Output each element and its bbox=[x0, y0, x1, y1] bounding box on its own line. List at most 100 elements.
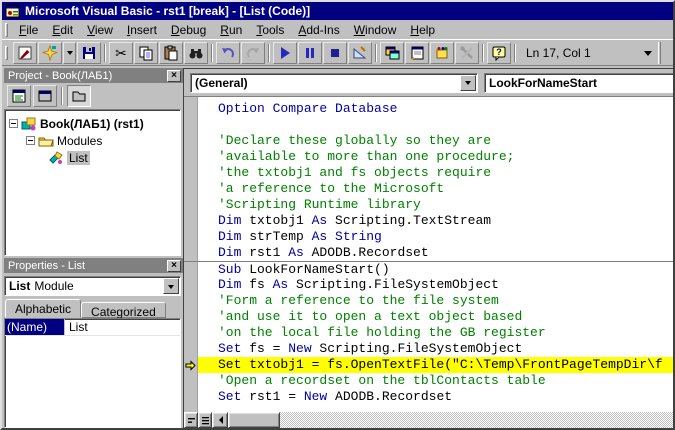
toggle-folders-button[interactable] bbox=[67, 85, 91, 107]
menu-window[interactable]: Window bbox=[347, 21, 404, 39]
code-line-text[interactable] bbox=[198, 117, 673, 133]
project-explorer-button[interactable] bbox=[380, 42, 404, 64]
code-line-text[interactable]: Sub LookForNameStart() bbox=[198, 262, 673, 277]
code-line[interactable]: 'on the local file holding the GB regist… bbox=[184, 325, 673, 341]
insert-module-button[interactable] bbox=[38, 42, 62, 64]
view-code-button[interactable] bbox=[7, 85, 31, 107]
list-module-label[interactable]: List bbox=[67, 151, 90, 165]
menu-insert[interactable]: Insert bbox=[120, 21, 164, 39]
code-line-current[interactable]: Set txtobj1 = fs.OpenTextFile("C:\Temp\F… bbox=[184, 357, 673, 373]
code-line[interactable]: Set rst1 = New ADODB.Recordset bbox=[184, 389, 673, 405]
save-button[interactable] bbox=[77, 42, 101, 64]
margin-indicator-bar[interactable] bbox=[184, 245, 198, 261]
object-dropdown[interactable]: (General) bbox=[190, 73, 478, 93]
code-line-text[interactable]: 'Open a recordset on the tblContacts tab… bbox=[198, 373, 673, 389]
margin-indicator-bar[interactable] bbox=[184, 262, 198, 277]
code-line-text[interactable]: 'a reference to the Microsoft bbox=[198, 181, 673, 197]
run-button[interactable] bbox=[273, 42, 297, 64]
reset-button[interactable] bbox=[323, 42, 347, 64]
code-line-text[interactable]: Set fs = New Scripting.FileSystemObject bbox=[198, 341, 673, 357]
view-microsoft-access-button[interactable] bbox=[13, 42, 37, 64]
margin-indicator-bar[interactable] bbox=[184, 373, 198, 389]
menu-tools[interactable]: Tools bbox=[249, 21, 291, 39]
margin-indicator-bar[interactable] bbox=[184, 165, 198, 181]
code-line-text[interactable]: 'Form a reference to the file system bbox=[198, 293, 673, 309]
code-line-text[interactable]: 'and use it to open a text object based bbox=[198, 309, 673, 325]
code-line[interactable]: Dim fs As Scripting.FileSystemObject bbox=[184, 277, 673, 293]
view-object-button[interactable] bbox=[33, 85, 57, 107]
collapse-icon[interactable] bbox=[26, 136, 35, 145]
project-panel-close-button[interactable]: × bbox=[167, 70, 181, 82]
cut-button[interactable]: ✂ bbox=[109, 42, 133, 64]
procedure-dropdown[interactable]: LookForNameStart bbox=[484, 73, 673, 93]
code-line[interactable]: Set fs = New Scripting.FileSystemObject bbox=[184, 341, 673, 357]
properties-panel-close-button[interactable]: × bbox=[167, 260, 181, 272]
menu-debug[interactable]: Debug bbox=[164, 21, 213, 39]
code-line[interactable]: 'and use it to open a text object based bbox=[184, 309, 673, 325]
toolbox-button[interactable] bbox=[455, 42, 479, 64]
code-line[interactable]: 'available to more than one procedure; bbox=[184, 149, 673, 165]
menu-file[interactable]: File bbox=[12, 21, 45, 39]
tab-categorized[interactable]: Categorized bbox=[81, 302, 166, 318]
code-line-text[interactable]: Dim txtobj1 As Scripting.TextStream bbox=[198, 213, 673, 229]
menu-edit[interactable]: Edit bbox=[45, 21, 80, 39]
code-line[interactable]: Sub LookForNameStart() bbox=[184, 261, 673, 277]
object-selector-dropdown-button[interactable] bbox=[163, 278, 179, 294]
code-line-text[interactable]: 'available to more than one procedure; bbox=[198, 149, 673, 165]
menu-grip[interactable] bbox=[5, 23, 8, 37]
property-row[interactable]: (Name) List bbox=[5, 319, 180, 336]
margin-indicator-bar[interactable] bbox=[184, 277, 198, 293]
scroll-left-button[interactable] bbox=[212, 412, 228, 428]
code-line-text[interactable]: 'Declare these globally so they are bbox=[198, 133, 673, 149]
code-line[interactable]: 'Scripting Runtime library bbox=[184, 197, 673, 213]
menu-view[interactable]: View bbox=[80, 21, 120, 39]
code-line[interactable]: 'a reference to the Microsoft bbox=[184, 181, 673, 197]
object-selector-combo[interactable]: List Module bbox=[4, 276, 181, 296]
code-line-text[interactable]: Option Compare Database bbox=[198, 101, 673, 117]
tree-item-modules[interactable]: Modules bbox=[9, 132, 180, 149]
code-line-text[interactable]: Dim rst1 As ADODB.Recordset bbox=[198, 245, 673, 261]
code-line[interactable]: 'Declare these globally so they are bbox=[184, 133, 673, 149]
toolbar-options-chevron-icon[interactable] bbox=[644, 51, 652, 60]
procedure-view-button[interactable] bbox=[184, 412, 198, 428]
undo-button[interactable] bbox=[216, 42, 240, 64]
margin-indicator-bar[interactable] bbox=[184, 101, 198, 117]
code-line[interactable]: 'Open a recordset on the tblContacts tab… bbox=[184, 373, 673, 389]
menu-addins[interactable]: Add-Ins bbox=[291, 21, 346, 39]
code-line[interactable] bbox=[184, 117, 673, 133]
modules-node-label[interactable]: Modules bbox=[57, 134, 102, 148]
margin-indicator-bar[interactable] bbox=[184, 229, 198, 245]
margin-indicator-bar[interactable] bbox=[184, 117, 198, 133]
menu-help[interactable]: Help bbox=[403, 21, 442, 39]
horizontal-scrollbar[interactable] bbox=[184, 412, 673, 428]
code-line-text[interactable]: Set txtobj1 = fs.OpenTextFile("C:\Temp\F… bbox=[198, 357, 673, 373]
code-line[interactable]: 'Form a reference to the file system bbox=[184, 293, 673, 309]
tab-alphabetic[interactable]: Alphabetic bbox=[5, 299, 81, 318]
execution-point-margin[interactable] bbox=[184, 357, 198, 373]
code-line[interactable]: Option Compare Database bbox=[184, 101, 673, 117]
code-line-text[interactable]: 'Scripting Runtime library bbox=[198, 197, 673, 213]
copy-button[interactable] bbox=[134, 42, 158, 64]
margin-indicator-bar[interactable] bbox=[184, 149, 198, 165]
code-line-text[interactable]: Dim strTemp As String bbox=[198, 229, 673, 245]
tree-item-list-module[interactable]: List bbox=[9, 149, 180, 166]
properties-window-button[interactable] bbox=[405, 42, 429, 64]
margin-indicator-bar[interactable] bbox=[184, 325, 198, 341]
margin-indicator-bar[interactable] bbox=[184, 197, 198, 213]
insert-module-dropdown[interactable] bbox=[63, 42, 76, 64]
code-line-text[interactable]: Set rst1 = New ADODB.Recordset bbox=[198, 389, 673, 405]
editor-filler[interactable] bbox=[184, 405, 673, 412]
object-browser-button[interactable] bbox=[430, 42, 454, 64]
code-line-text[interactable]: 'on the local file holding the GB regist… bbox=[198, 325, 673, 341]
code-line[interactable]: 'the txtobj1 and fs objects require bbox=[184, 165, 673, 181]
code-editor[interactable]: Option Compare Database 'Declare these gl… bbox=[184, 97, 673, 412]
margin-indicator-bar[interactable] bbox=[184, 389, 198, 405]
property-name-cell[interactable]: (Name) bbox=[5, 319, 65, 335]
margin-indicator-bar[interactable] bbox=[184, 213, 198, 229]
find-button[interactable] bbox=[184, 42, 208, 64]
project-node-label[interactable]: Book(ЛАБ1) (rst1) bbox=[40, 117, 144, 131]
code-line-text[interactable]: 'the txtobj1 and fs objects require bbox=[198, 165, 673, 181]
redo-button[interactable] bbox=[241, 42, 265, 64]
margin-indicator-bar[interactable] bbox=[184, 309, 198, 325]
help-button[interactable]: ? bbox=[487, 42, 511, 64]
